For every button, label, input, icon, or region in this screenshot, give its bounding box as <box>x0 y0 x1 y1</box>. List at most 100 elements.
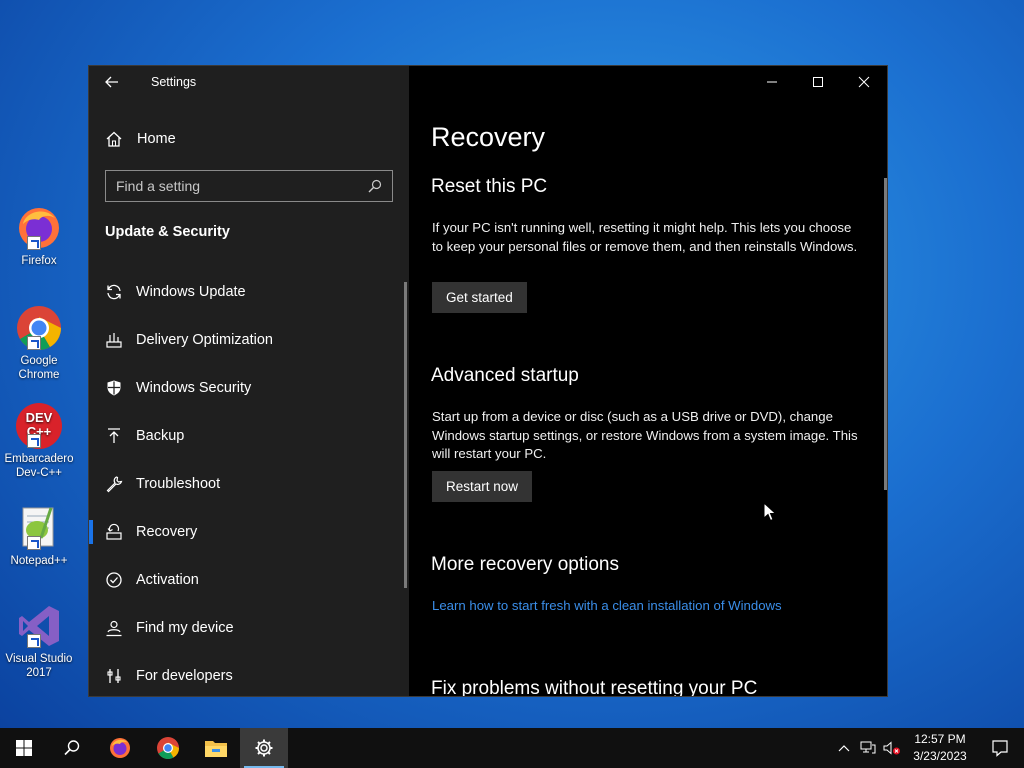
sidebar-item-for-developers[interactable]: For developers <box>89 652 409 696</box>
network-icon[interactable] <box>856 728 880 768</box>
restart-now-button[interactable]: Restart now <box>432 471 533 502</box>
taskbar-firefox[interactable] <box>96 728 144 768</box>
cursor-arrow-icon <box>763 501 777 522</box>
taskbar-chrome[interactable] <box>144 728 192 768</box>
shield-icon <box>105 379 123 397</box>
nav-scrollbar[interactable] <box>404 282 407 588</box>
search-placeholder: Find a setting <box>116 178 201 194</box>
desktop-icon-firefox[interactable]: Firefox <box>2 204 76 268</box>
folder-icon <box>205 741 227 757</box>
settings-window: Settings Home Find a setting Update & Se… <box>88 65 888 697</box>
settings-nav-pane: Settings Home Find a setting Update & Se… <box>89 66 409 696</box>
person-pin-icon <box>105 619 123 637</box>
developer-tools-icon <box>105 667 123 685</box>
window-title: Settings <box>151 75 197 89</box>
nav-home[interactable]: Home <box>105 126 176 152</box>
sidebar-item-label: Activation <box>136 572 199 588</box>
sidebar-item-label: Backup <box>136 428 185 444</box>
delivery-optimization-icon <box>105 331 123 349</box>
close-icon <box>858 76 870 88</box>
sidebar-item-windows-update[interactable]: Windows Update <box>89 268 409 316</box>
desktop-icon-notepadpp[interactable]: Notepad++ <box>2 504 76 568</box>
back-button[interactable] <box>89 66 135 98</box>
reset-description: If your PC isn't running well, resetting… <box>432 220 858 254</box>
taskbar-settings[interactable] <box>240 728 288 768</box>
maximize-button[interactable] <box>795 66 841 98</box>
search-input[interactable]: Find a setting <box>105 170 393 202</box>
content-scrollbar[interactable] <box>884 178 887 490</box>
search-icon <box>368 179 382 193</box>
sidebar-item-recovery[interactable]: Recovery <box>89 508 409 556</box>
system-tray: 12:57 PM 3/23/2023 <box>832 728 1024 768</box>
sidebar-item-troubleshoot[interactable]: Troubleshoot <box>89 460 409 508</box>
sidebar-item-label: For developers <box>136 668 233 684</box>
upload-arrow-icon <box>105 427 123 445</box>
reset-heading: Reset this PC <box>431 176 548 197</box>
nav-section-title: Update & Security <box>105 224 230 240</box>
home-icon <box>106 131 122 147</box>
desktop-icon-label: Firefox <box>21 255 57 267</box>
notepadpp-icon <box>15 504 63 552</box>
taskbar-file-explorer[interactable] <box>192 728 240 768</box>
minimize-icon <box>767 81 777 83</box>
advanced-startup-heading: Advanced startup <box>431 365 579 386</box>
sidebar-item-label: Windows Update <box>136 284 246 300</box>
sidebar-item-label: Windows Security <box>136 380 252 396</box>
more-recovery-heading: More recovery options <box>431 554 619 575</box>
desktop-icon-devcpp[interactable]: DEV C++ Embarcadero Dev-C++ <box>2 402 76 480</box>
sidebar-item-find-my-device[interactable]: Find my device <box>89 604 409 652</box>
devcpp-icon: DEV C++ <box>15 402 63 450</box>
wrench-icon <box>105 475 123 493</box>
firefox-icon <box>15 204 63 252</box>
action-center-button[interactable] <box>976 728 1024 768</box>
mouse-cursor <box>763 501 777 527</box>
desktop-icon-label: Notepad++ <box>10 555 68 567</box>
desktop-icon-visual-studio[interactable]: Visual Studio 2017 <box>2 602 76 680</box>
sidebar-item-backup[interactable]: Backup <box>89 412 409 460</box>
gear-icon <box>255 739 273 757</box>
refresh-icon <box>105 283 123 301</box>
window-controls <box>749 66 887 98</box>
tray-chevron-icon[interactable] <box>832 728 856 768</box>
taskbar: 12:57 PM 3/23/2023 <box>0 728 1024 768</box>
sidebar-item-windows-security[interactable]: Windows Security <box>89 364 409 412</box>
sidebar-item-label: Troubleshoot <box>136 476 221 492</box>
chrome-icon <box>15 304 63 352</box>
volume-muted-icon[interactable] <box>880 728 904 768</box>
windows-logo-icon <box>16 740 32 756</box>
desktop-icon-label: Google Chrome <box>18 355 60 381</box>
fix-problems-heading: Fix problems without resetting your PC <box>431 678 758 697</box>
title-bar: Settings <box>89 66 409 98</box>
desktop-icon-label: Visual Studio 2017 <box>5 653 73 679</box>
desktop-icon-chrome[interactable]: Google Chrome <box>2 304 76 382</box>
check-circle-icon <box>105 571 123 589</box>
clean-install-link[interactable]: Learn how to start fresh with a clean in… <box>432 598 782 613</box>
clock-date: 3/23/2023 <box>913 749 967 763</box>
taskbar-clock[interactable]: 12:57 PM 3/23/2023 <box>904 731 976 765</box>
recovery-icon <box>105 523 123 541</box>
minimize-button[interactable] <box>749 66 795 98</box>
sidebar-item-delivery-optimization[interactable]: Delivery Optimization <box>89 316 409 364</box>
page-title: Recovery <box>431 122 546 152</box>
nav-home-label: Home <box>137 131 176 147</box>
close-button[interactable] <box>841 66 887 98</box>
start-button[interactable] <box>0 728 48 768</box>
notification-icon <box>992 740 1008 757</box>
firefox-icon <box>110 738 130 758</box>
search-icon <box>64 740 80 756</box>
chrome-icon <box>157 737 179 759</box>
back-arrow-icon <box>105 76 118 88</box>
visual-studio-icon <box>15 602 63 650</box>
get-started-button[interactable]: Get started <box>432 282 527 313</box>
search-button[interactable] <box>48 728 96 768</box>
sidebar-item-activation[interactable]: Activation <box>89 556 409 604</box>
advanced-startup-description: Start up from a device or disc (such as … <box>432 409 858 461</box>
maximize-icon <box>813 77 823 87</box>
clock-time: 12:57 PM <box>914 732 966 746</box>
sidebar-item-label: Find my device <box>136 620 234 636</box>
sidebar-item-label: Recovery <box>136 524 198 540</box>
content-pane: Recovery Reset this PC If your PC isn't … <box>409 66 887 696</box>
nav-list: Windows Update Delivery Optimization Win… <box>89 268 409 696</box>
sidebar-item-label: Delivery Optimization <box>136 332 273 348</box>
desktop-icon-label: Embarcadero Dev-C++ <box>4 453 74 479</box>
